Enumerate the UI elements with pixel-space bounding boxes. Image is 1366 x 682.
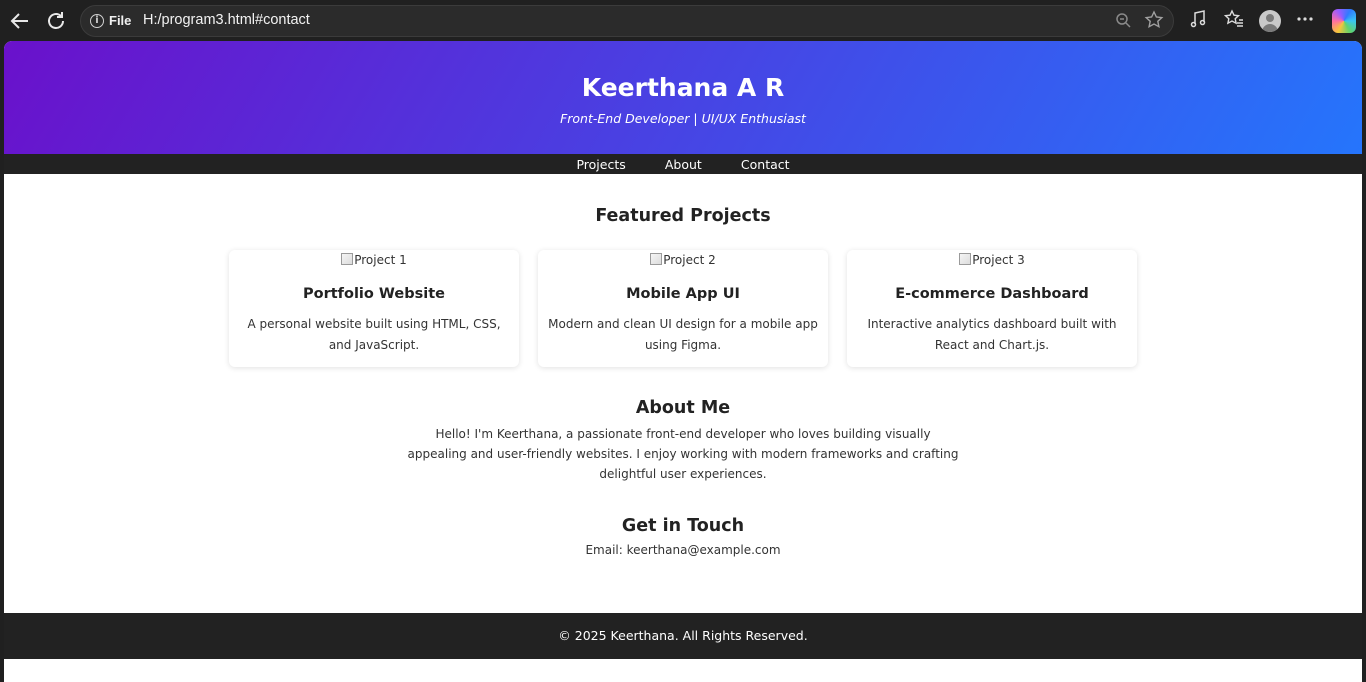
zoom-icon[interactable] [1115,12,1131,32]
nav-link-about[interactable]: About [665,155,702,175]
project-card: Project 2 Mobile App UI Modern and clean… [538,250,828,367]
nav-link-projects[interactable]: Projects [576,155,625,175]
project-card: Project 1 Portfolio Website A personal w… [229,250,519,367]
favorites-icon[interactable] [1223,9,1245,31]
project-description: A personal website built using HTML, CSS… [247,317,501,352]
more-menu-icon[interactable] [1294,9,1316,31]
about-heading: About Me [635,398,731,418]
project-image: Project 3 [847,253,1137,267]
broken-image-icon [650,253,663,265]
project-description: Interactive analytics dashboard built wi… [867,317,1117,352]
file-label: File [109,13,132,28]
project-cards: Project 1 Portfolio Website A personal w… [229,250,1138,367]
footer-text: © 2025 Keerthana. All Rights Reserved. [558,628,808,643]
project-title: Portfolio Website [303,286,445,302]
browser-toolbar: i File H:/program3.html#contact [0,0,1366,41]
tagline: Front-End Developer | UI/UX Enthusiast [560,111,806,126]
project-title: Mobile App UI [626,286,740,302]
contact-email: Email: keerthana@example.com [585,543,781,557]
page-footer: © 2025 Keerthana. All Rights Reserved. [4,613,1362,659]
copilot-icon[interactable] [1332,9,1356,33]
about-text: Hello! I'm Keerthana, a passionate front… [407,427,959,481]
profile-avatar[interactable] [1259,10,1281,32]
project-card: Project 3 E-commerce Dashboard Interacti… [847,250,1137,367]
projects-heading: Featured Projects [595,206,771,226]
project-title: E-commerce Dashboard [895,286,1089,302]
broken-image-icon [959,253,972,265]
favorite-star-icon[interactable] [1144,10,1164,35]
page-title: Keerthana A R [581,73,785,102]
project-image: Project 1 [229,253,519,267]
project-image-alt: Project 1 [354,253,407,267]
address-bar[interactable]: i File H:/program3.html#contact [80,5,1174,37]
top-navigation: Projects About Contact [4,154,1362,174]
read-aloud-icon[interactable] [1188,9,1210,31]
project-image-alt: Project 3 [972,253,1025,267]
url-text[interactable]: H:/program3.html#contact [143,12,310,28]
back-arrow-icon[interactable] [8,9,32,33]
contact-heading: Get in Touch [621,516,745,536]
project-image: Project 2 [538,253,828,267]
nav-link-contact[interactable]: Contact [741,155,790,175]
project-description: Modern and clean UI design for a mobile … [548,317,818,352]
page-viewport: Keerthana A R Front-End Developer | UI/U… [4,41,1362,682]
hero-header: Keerthana A R Front-End Developer | UI/U… [4,41,1362,154]
info-icon[interactable]: i [90,14,104,28]
refresh-icon[interactable] [44,9,68,33]
project-image-alt: Project 2 [663,253,716,267]
broken-image-icon [341,253,354,265]
